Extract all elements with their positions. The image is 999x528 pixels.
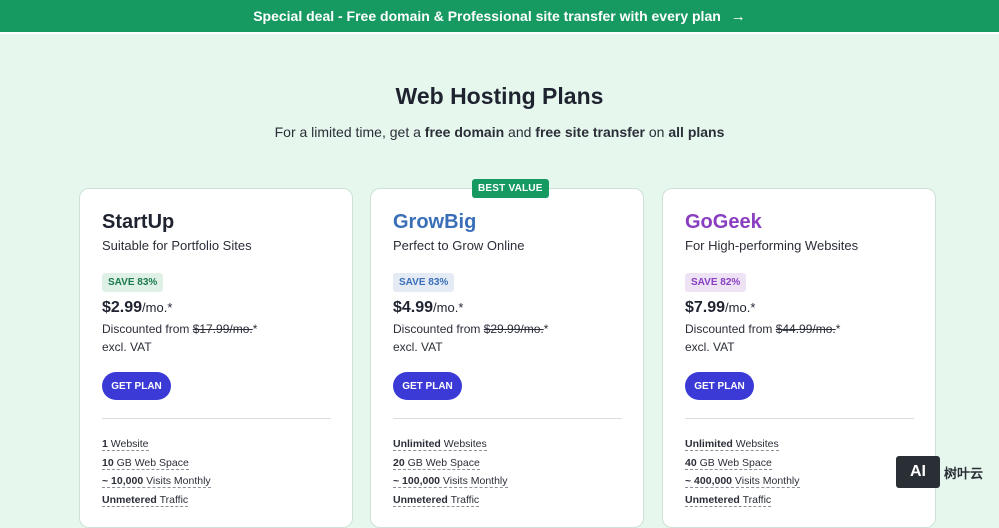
subtitle-all-plans: all plans — [668, 124, 725, 140]
feature-value: 10 — [102, 456, 114, 469]
feature-value: ~ 100,000 — [393, 475, 441, 487]
feature-value: 40 — [685, 456, 697, 469]
watermark-logo: AI — [896, 456, 940, 488]
arrow-right-icon: → — [730, 7, 746, 25]
feature-value: ~ 10,000 — [102, 475, 144, 487]
promo-banner[interactable]: Special deal - Free domain & Professiona… — [0, 0, 999, 32]
subtitle-free-transfer: free site transfer — [535, 124, 645, 140]
plan-price: $2.99/mo.* — [102, 299, 172, 317]
price-period: /mo.* — [725, 300, 756, 315]
plan-card-growbig: GrowBig Perfect to Grow Online SAVE 83% … — [370, 188, 644, 528]
price-amount: $4.99 — [393, 299, 434, 316]
best-value-badge: BEST VALUE — [472, 179, 549, 198]
plan-price: $4.99/mo.* — [393, 299, 463, 317]
subtitle-text-1: For a limited time, get a — [274, 124, 425, 140]
feature-list: Unlimited Websites 40 GB Web Space ~ 400… — [685, 435, 800, 509]
save-badge: SAVE 82% — [685, 273, 747, 292]
feature-label: Websites — [732, 438, 779, 450]
promo-banner-text: Special deal - Free domain & Professiona… — [253, 8, 721, 24]
get-plan-button[interactable]: GET PLAN — [102, 372, 171, 400]
feature-label: Visits Monthly — [440, 475, 508, 487]
subtitle-text-3: on — [645, 124, 669, 140]
feature-label: Websites — [440, 438, 487, 450]
feature-item: ~ 10,000 Visits Monthly — [102, 472, 211, 491]
page-title: Web Hosting Plans — [395, 83, 604, 109]
plan-description: Perfect to Grow Online — [393, 238, 525, 253]
price-period: /mo.* — [142, 300, 173, 315]
vat-note: excl. VAT — [393, 340, 443, 354]
feature-label: Visits Monthly — [732, 475, 800, 487]
feature-item: Unlimited Websites — [685, 435, 800, 454]
feature-value: 20 — [393, 456, 405, 469]
feature-label: Visits Monthly — [143, 475, 211, 487]
plan-name: GoGeek — [685, 211, 762, 233]
feature-label: GB Web Space — [113, 456, 189, 469]
plan-description: Suitable for Portfolio Sites — [102, 238, 252, 253]
card-divider — [685, 418, 914, 419]
banner-divider — [0, 32, 999, 34]
feature-item: ~ 400,000 Visits Monthly — [685, 472, 800, 491]
feature-list: 1 Website 10 GB Web Space ~ 10,000 Visit… — [102, 435, 211, 509]
feature-item: 40 GB Web Space — [685, 454, 800, 473]
feature-item: ~ 100,000 Visits Monthly — [393, 472, 508, 491]
price-amount: $2.99 — [102, 299, 143, 316]
plan-name: StartUp — [102, 211, 175, 233]
discount-note: Discounted from $17.99/mo.* — [102, 322, 257, 336]
page-subtitle: For a limited time, get a free domain an… — [0, 124, 999, 140]
original-price: $44.99/mo. — [775, 322, 836, 336]
card-divider — [102, 418, 331, 419]
discount-note: Discounted from $29.99/mo.* — [393, 322, 548, 336]
watermark: AI 树叶云 — [896, 455, 996, 489]
discount-prefix: Discounted from — [393, 322, 484, 336]
discount-prefix: Discounted from — [685, 322, 776, 336]
discount-suffix: * — [543, 322, 549, 336]
save-badge: SAVE 83% — [393, 273, 455, 292]
watermark-text: 树叶云 — [944, 465, 984, 481]
vat-note: excl. VAT — [102, 340, 152, 354]
feature-item: 10 GB Web Space — [102, 454, 211, 473]
feature-item: 20 GB Web Space — [393, 454, 508, 473]
feature-label: GB Web Space — [696, 456, 772, 469]
get-plan-button[interactable]: GET PLAN — [685, 372, 754, 400]
feature-value: Unlimited — [393, 438, 441, 450]
plan-name: GrowBig — [393, 211, 477, 233]
original-price: $29.99/mo. — [483, 322, 544, 336]
price-amount: $7.99 — [685, 299, 726, 316]
discount-prefix: Discounted from — [102, 322, 193, 336]
vat-note: excl. VAT — [685, 340, 735, 354]
original-price: $17.99/mo. — [192, 322, 253, 336]
feature-item: 1 Website — [102, 435, 211, 454]
subtitle-free-domain: free domain — [424, 124, 505, 140]
get-plan-button[interactable]: GET PLAN — [393, 372, 462, 400]
feature-label: Website — [107, 438, 149, 450]
discount-suffix: * — [252, 322, 258, 336]
plan-card-gogeek: GoGeek For High-performing Websites SAVE… — [662, 188, 936, 528]
plan-description: For High-performing Websites — [685, 238, 859, 253]
feature-item: Unlimited Websites — [393, 435, 508, 454]
feature-list: Unlimited Websites 20 GB Web Space ~ 100… — [393, 435, 508, 509]
plan-price: $7.99/mo.* — [685, 299, 755, 317]
plan-card-startup: StartUp Suitable for Portfolio Sites SAV… — [79, 188, 353, 528]
discount-suffix: * — [835, 322, 841, 336]
feature-label: GB Web Space — [404, 456, 480, 469]
feature-value: ~ 400,000 — [685, 475, 733, 487]
subtitle-text-2: and — [504, 124, 536, 140]
feature-value: Unlimited — [685, 438, 733, 450]
discount-note: Discounted from $44.99/mo.* — [685, 322, 840, 336]
card-divider — [393, 418, 622, 419]
save-badge: SAVE 83% — [102, 273, 164, 292]
price-period: /mo.* — [433, 300, 464, 315]
